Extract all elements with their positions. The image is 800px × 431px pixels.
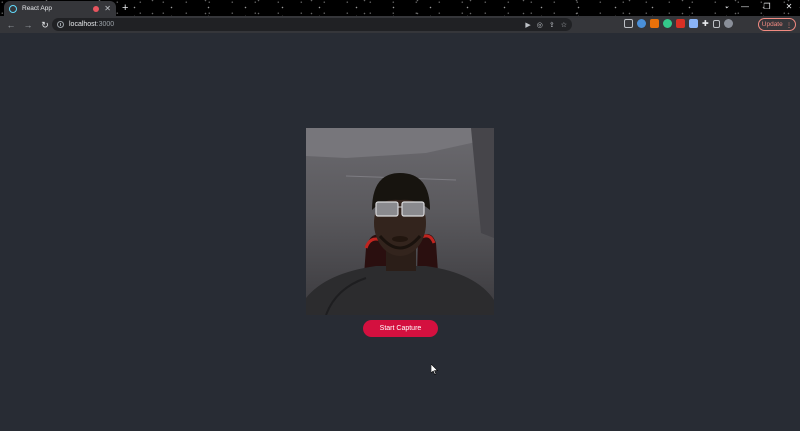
recording-dot-icon <box>93 5 100 12</box>
camera-icon[interactable]: ▶ <box>525 21 530 29</box>
plus-icon[interactable]: + <box>122 1 128 16</box>
puzzle-icon[interactable]: ✚ <box>702 19 709 28</box>
window-controls: — ❐ ✕ <box>734 0 800 16</box>
mouse-pointer-icon <box>431 364 439 375</box>
info-icon[interactable] <box>57 21 64 28</box>
address-bar-actions: ▶ ◎ ⇪ ☆ <box>525 18 572 31</box>
extension-icon[interactable] <box>689 19 698 28</box>
minimize-icon[interactable]: — <box>734 0 756 16</box>
update-button[interactable]: Update ⋮ <box>758 18 796 31</box>
browser-tab-strip: React App ✕ + ⌄ — ❐ ✕ <box>0 0 800 16</box>
extension-icon[interactable] <box>663 19 672 28</box>
tab-title: React App <box>22 5 52 12</box>
url-host: localhost <box>69 21 97 28</box>
more-menu-icon: ⋮ <box>785 21 793 29</box>
extension-icon[interactable] <box>650 19 659 28</box>
start-capture-button[interactable]: Start Capture <box>363 320 438 337</box>
extension-icon[interactable] <box>624 19 633 28</box>
tab-react-app[interactable]: React App ✕ <box>4 1 116 16</box>
close-icon[interactable]: ✕ <box>104 4 111 13</box>
address-bar[interactable]: localhost :3000 ▶ ◎ ⇪ ☆ <box>52 18 572 31</box>
star-icon[interactable]: ☆ <box>561 21 567 29</box>
forward-arrow-icon[interactable]: → <box>21 18 35 32</box>
lens-icon[interactable]: ◎ <box>537 21 543 29</box>
reload-icon[interactable]: ↻ <box>38 18 52 32</box>
sidebar-icon[interactable] <box>712 19 720 28</box>
back-arrow-icon[interactable]: ← <box>4 18 18 32</box>
chevron-down-icon[interactable]: ⌄ <box>724 2 730 10</box>
avatar[interactable] <box>723 19 733 28</box>
extension-icon[interactable] <box>676 19 685 28</box>
share-icon[interactable]: ⇪ <box>549 21 555 29</box>
browser-toolbar: ← → ↻ localhost :3000 ▶ ◎ ⇪ ☆ ✚ Update ⋮ <box>0 16 800 33</box>
update-label: Update <box>761 21 783 28</box>
url-port: :3000 <box>96 21 115 28</box>
webcam-frame-image <box>306 128 494 315</box>
restore-icon[interactable]: ❐ <box>756 0 778 16</box>
react-icon <box>9 4 17 13</box>
extensions-row: ✚ <box>624 19 733 28</box>
starfield-background <box>0 0 800 16</box>
close-window-icon[interactable]: ✕ <box>778 0 800 16</box>
extension-icon[interactable] <box>637 19 646 28</box>
webcam-preview <box>306 128 494 315</box>
